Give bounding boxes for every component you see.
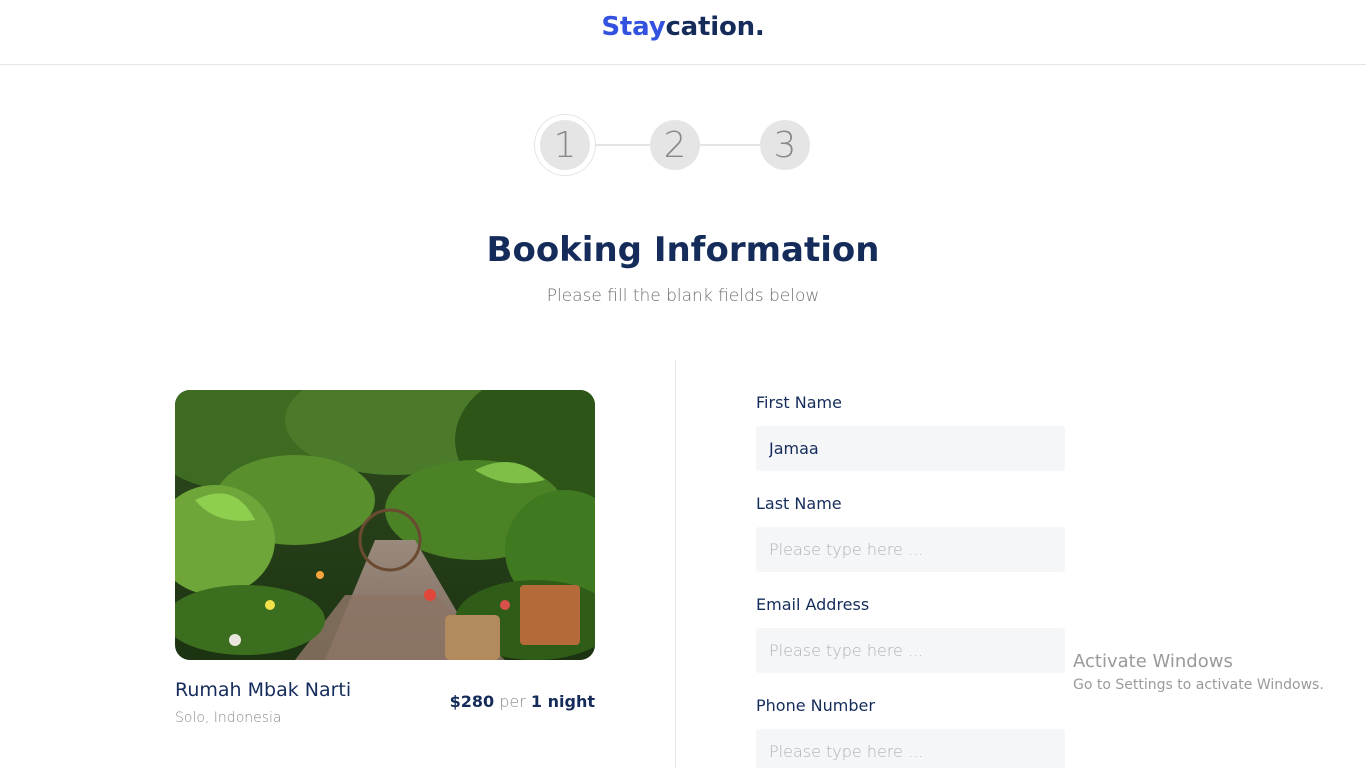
top-navbar: Staycation. [0,0,1366,65]
first-name-label: First Name [756,393,842,412]
booking-stepper: 1 2 3 [535,115,815,175]
last-name-input[interactable] [756,527,1065,572]
email-input[interactable] [756,628,1065,673]
step-2: 2 [650,120,700,170]
property-price: $280 per 1 night [450,692,595,711]
email-label: Email Address [756,595,870,614]
last-name-label: Last Name [756,494,842,513]
section-divider [675,360,676,768]
step-1: 1 [540,120,590,170]
watermark-subtitle: Go to Settings to activate Windows. [1073,677,1324,693]
property-name: Rumah Mbak Narti [175,679,352,701]
page-title: Booking Information [486,230,880,270]
windows-activation-watermark: Activate Windows Go to Settings to activ… [1073,651,1324,695]
stepper-connector-2 [700,144,760,146]
step-3: 3 [760,120,810,170]
price-amount: $280 [449,692,495,711]
stepper-connector-1 [595,144,650,146]
brand-logo-rest: cation. [665,12,765,42]
brand-logo[interactable]: Staycation. [601,14,764,40]
phone-label: Phone Number [756,696,875,715]
property-location: Solo, Indonesia [175,710,282,726]
watermark-title: Activate Windows [1073,651,1233,672]
price-unit: 1 night [530,692,595,711]
booking-form: First Name Last Name Email Address Phone… [756,392,1066,768]
first-name-input[interactable] [756,426,1065,471]
price-per: per [499,692,526,711]
phone-input[interactable] [756,729,1065,768]
page-subtitle: Please fill the blank fields below [546,286,820,306]
property-photo [175,390,595,660]
garden-image [175,390,595,660]
brand-logo-accent: Stay [601,12,666,42]
booking-page: Staycation. 1 2 3 Booking Information Pl… [0,0,1366,768]
